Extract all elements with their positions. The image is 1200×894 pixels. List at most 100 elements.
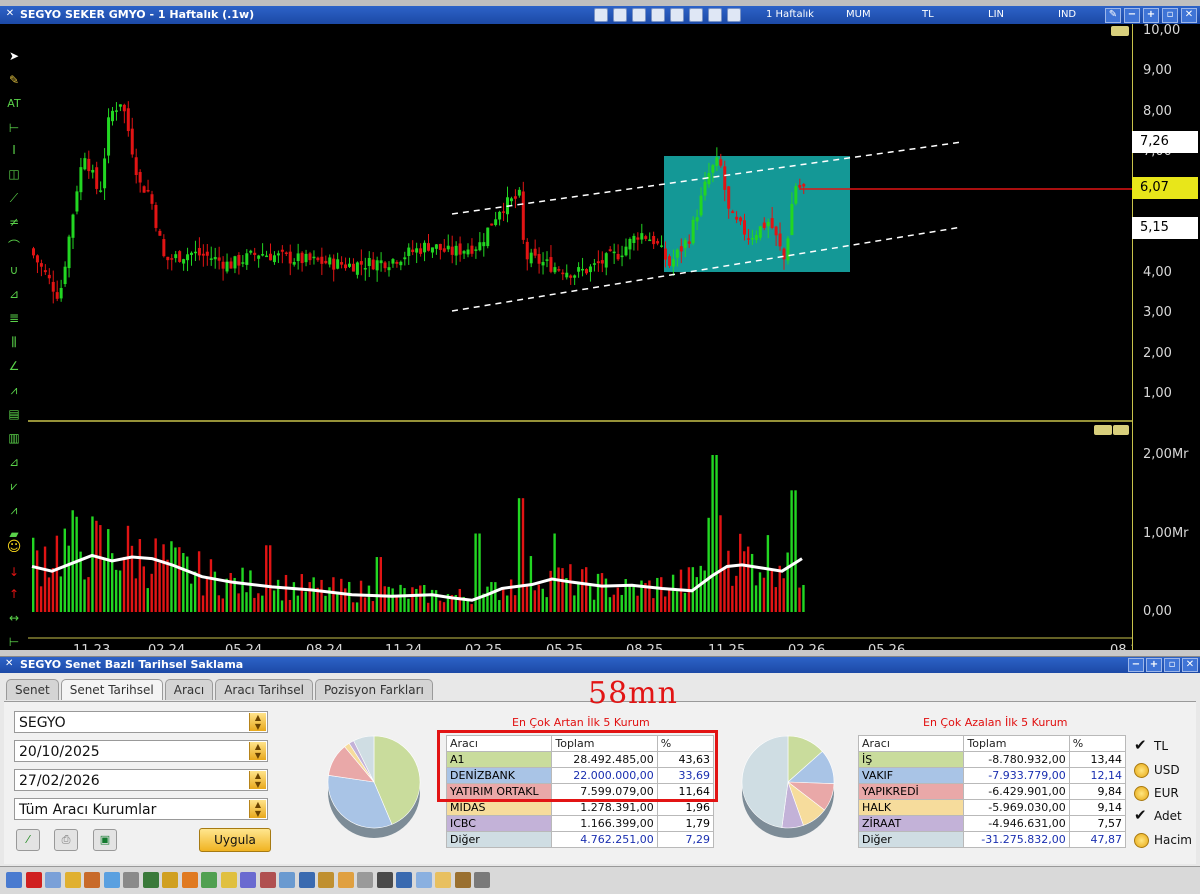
- save-icon[interactable]: [651, 8, 665, 22]
- taskbar-app-icon[interactable]: [142, 872, 159, 888]
- add-window-button[interactable]: +: [1146, 658, 1162, 672]
- taskbar-app-icon[interactable]: [435, 872, 451, 888]
- close-icon[interactable]: ✕: [5, 658, 13, 669]
- taskbar-app-icon[interactable]: [337, 872, 354, 888]
- chevron-updown-icon[interactable]: ▲ ▼: [249, 713, 266, 731]
- minimize-button[interactable]: −: [1128, 658, 1144, 672]
- cursor-icon[interactable]: ➤: [5, 48, 23, 64]
- pencil-icon[interactable]: ✎: [5, 72, 23, 88]
- scale-selector[interactable]: LIN: [988, 9, 1004, 20]
- pin-icon[interactable]: ✎: [1105, 8, 1121, 23]
- radio-icon[interactable]: [1134, 833, 1149, 848]
- period-selector[interactable]: 1 Haftalık: [766, 9, 814, 20]
- vertical-line-icon[interactable]: I: [5, 142, 23, 158]
- grid-icon[interactable]: ▤: [5, 406, 23, 422]
- stats-icon[interactable]: [613, 8, 627, 22]
- end-date-select[interactable]: 27/02/2026 ▲ ▼: [14, 769, 268, 791]
- close-window-button[interactable]: ✕: [1182, 658, 1198, 672]
- chevron-updown-icon[interactable]: ▲ ▼: [249, 800, 266, 818]
- minimize-button[interactable]: −: [1124, 8, 1140, 23]
- fibo-fan-icon[interactable]: ⊿: [5, 286, 23, 302]
- print-icon[interactable]: [670, 8, 684, 22]
- gann-icon[interactable]: ∠: [5, 358, 23, 374]
- radio-icon[interactable]: [1134, 763, 1149, 778]
- ellipse-icon[interactable]: ▥: [5, 430, 23, 446]
- down-arrow-icon[interactable]: ↓: [5, 564, 23, 580]
- tab-araci[interactable]: Aracı: [164, 679, 214, 700]
- table-row[interactable]: Diğer -31.275.832,00 47,87: [857, 831, 1127, 848]
- right-arrow-icon[interactable]: ⊢: [5, 634, 23, 650]
- tab-senet[interactable]: Senet: [6, 679, 59, 700]
- taskbar-app-icon[interactable]: [376, 872, 393, 888]
- table-row[interactable]: Diğer 4.762.251,00 7,29: [445, 831, 715, 848]
- tab-pozisyon-farklari[interactable]: Pozisyon Farkları: [314, 679, 433, 700]
- table-row[interactable]: ZİRAAT -4.946.631,00 7,57: [857, 815, 1127, 832]
- taskbar-app-icon[interactable]: [474, 872, 490, 888]
- draw-icon[interactable]: [727, 8, 741, 22]
- horizontal-line-icon[interactable]: ⊢: [5, 120, 23, 136]
- table-row[interactable]: ICBC 1.166.399,00 1,79: [445, 815, 715, 832]
- taskbar-app-icon[interactable]: [162, 872, 178, 888]
- zoom-icon[interactable]: [708, 8, 722, 22]
- price-volume-chart[interactable]: 11.23 02.24 05.24 08.24 11.24 02.25 05.25 08.25…: [28, 24, 1147, 658]
- taskbar-app-icon[interactable]: [357, 872, 373, 888]
- cycle-icon[interactable]: ∪: [5, 262, 23, 278]
- chevron-updown-icon[interactable]: ▲ ▼: [249, 771, 266, 789]
- taskbar-app-icon[interactable]: [220, 872, 237, 888]
- tab-araci-tarihsel[interactable]: Aracı Tarihsel: [215, 679, 313, 700]
- maximize-button[interactable]: ▫: [1162, 8, 1178, 23]
- parallel-icon[interactable]: ≠: [5, 214, 23, 230]
- fibo-time-icon[interactable]: ⫼: [5, 334, 23, 350]
- fibo-arc-icon[interactable]: ⊿: [5, 454, 23, 470]
- maximize-button[interactable]: ▫: [1164, 658, 1180, 672]
- taskbar-app-icon[interactable]: [415, 872, 432, 888]
- speed-lines-icon[interactable]: ⩘: [5, 382, 23, 398]
- fibo-retracement-icon[interactable]: ≣: [5, 310, 23, 326]
- symbol-select[interactable]: SEGYO ▲ ▼: [14, 711, 268, 733]
- checkmark-icon[interactable]: ✔: [1134, 808, 1147, 823]
- excel-export-button[interactable]: ▣: [93, 829, 117, 851]
- taskbar-app-icon[interactable]: [298, 872, 315, 888]
- add-window-button[interactable]: +: [1143, 8, 1159, 23]
- left-arrow-icon[interactable]: ↔: [5, 610, 23, 626]
- taskbar-app-icon[interactable]: [6, 872, 22, 888]
- trendline-icon[interactable]: ⟋: [5, 190, 23, 206]
- taskbar-app-icon[interactable]: [84, 872, 100, 888]
- currency-selector[interactable]: TL: [922, 9, 934, 20]
- chart-view-button[interactable]: ⁄: [16, 829, 40, 851]
- indicator-selector[interactable]: IND: [1058, 9, 1076, 20]
- smiley-icon[interactable]: ☺: [5, 539, 23, 555]
- close-window-button[interactable]: ✕: [1181, 8, 1197, 23]
- close-icon[interactable]: ✕: [4, 8, 16, 20]
- apply-button[interactable]: Uygula: [199, 828, 271, 852]
- table-row[interactable]: HALK -5.969.030,00 9,14: [857, 799, 1127, 816]
- table-row[interactable]: YAPIKREDİ -6.429.901,00 9,84: [857, 783, 1127, 800]
- arc-icon[interactable]: ⌒: [5, 238, 23, 254]
- andrews-pitchfork-icon[interactable]: ⩗: [5, 478, 23, 494]
- channel-icon[interactable]: ◫: [5, 166, 23, 182]
- taskbar-app-icon[interactable]: [103, 872, 120, 888]
- taskbar-app-icon[interactable]: [279, 872, 295, 888]
- taskbar-app-icon[interactable]: [318, 872, 334, 888]
- layout-icon[interactable]: [594, 8, 608, 22]
- taskbar-app-icon[interactable]: [454, 872, 471, 888]
- chart-area[interactable]: 11.23 02.24 05.24 08.24 11.24 02.25 05.25 08.25…: [28, 24, 1147, 658]
- taskbar-app-icon[interactable]: [396, 872, 412, 888]
- column-header[interactable]: Aracı: [857, 735, 965, 752]
- up-arrow-icon[interactable]: ↑: [5, 586, 23, 602]
- taskbar-app-icon[interactable]: [240, 872, 256, 888]
- taskbar-app-icon[interactable]: [45, 872, 61, 888]
- print-button[interactable]: ⎙: [54, 829, 78, 851]
- table-row[interactable]: İŞ -8.780.932,00 13,44: [857, 751, 1127, 768]
- start-date-select[interactable]: 20/10/2025 ▲ ▼: [14, 740, 268, 762]
- settings-icon[interactable]: [689, 8, 703, 22]
- refresh-icon[interactable]: [632, 8, 646, 22]
- chart-type-selector[interactable]: MUM: [846, 9, 871, 20]
- taskbar-app-icon[interactable]: [259, 872, 276, 888]
- tab-senet-tarihsel[interactable]: Senet Tarihsel: [60, 679, 163, 700]
- regression-icon[interactable]: ⩘: [5, 502, 23, 518]
- chevron-updown-icon[interactable]: ▲ ▼: [249, 742, 266, 760]
- column-header[interactable]: Toplam: [963, 735, 1070, 752]
- text-tool-icon[interactable]: AT: [5, 96, 23, 112]
- taskbar-app-icon[interactable]: [123, 872, 139, 888]
